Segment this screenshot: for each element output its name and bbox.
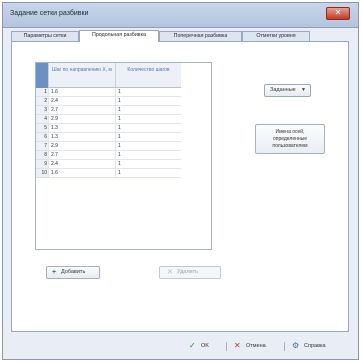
ok-button-label: OK [201,343,209,349]
column-header-step[interactable]: Шаг по направлению X, м [48,63,115,88]
help-icon: ⚙ [292,341,300,350]
count-cell[interactable]: 1 [115,169,181,178]
count-cell[interactable]: 1 [115,160,181,169]
close-button[interactable]: ✕ [326,7,350,20]
row-number: 3 [36,106,48,115]
step-cell[interactable]: 1.3 [48,124,115,133]
tab-levels[interactable]: Отметки уровня [242,31,310,41]
ok-button[interactable]: ✓ OK [186,339,224,353]
close-icon: ✕ [334,8,342,17]
tab-transverse[interactable]: Поперечная разбивка [159,31,242,41]
delete-button[interactable]: ✕ Удалить [159,266,221,279]
row-number: 2 [36,97,48,106]
window-title: Задание сетки разбивки [10,10,89,17]
table-row[interactable]: 5 1.3 1 [36,124,211,133]
plus-icon: + [52,269,57,276]
axis-naming-dropdown[interactable]: Заданные ▼ [264,84,311,97]
row-number: 6 [36,133,48,142]
row-number: 7 [36,142,48,151]
step-cell[interactable]: 1.3 [48,133,115,142]
step-cell[interactable]: 1.6 [48,169,115,178]
tab-longitudinal[interactable]: Продольная разбивка [79,30,159,42]
table-row[interactable]: 9 2.4 1 [36,160,211,169]
add-button[interactable]: + Добавить [46,266,100,279]
step-cell[interactable]: 1.6 [48,88,115,97]
footer-separator [226,342,227,351]
row-number: 5 [36,124,48,133]
title-bar: Задание сетки разбивки ✕ [3,3,358,28]
cancel-button-label: Отмена [246,343,266,349]
count-cell[interactable]: 1 [115,106,181,115]
check-icon: ✓ [189,341,196,350]
help-button[interactable]: ⚙ Справка [289,339,351,353]
row-number: 1 [36,88,48,97]
table-row[interactable]: 7 2.9 1 [36,142,211,151]
step-cell[interactable]: 2.4 [48,97,115,106]
step-cell[interactable]: 2.9 [48,115,115,124]
table-row[interactable]: 3 2.7 1 [36,106,211,115]
step-cell[interactable]: 2.7 [48,106,115,115]
table-row[interactable]: 1 1.6 1 [36,88,211,97]
table-row[interactable]: 8 2.7 1 [36,151,211,160]
user-button-line1: Имена осей, [275,129,305,135]
row-number: 10 [36,169,48,178]
count-cell[interactable]: 1 [115,151,181,160]
tab-grid-params[interactable]: Параметры сетки [11,31,79,41]
add-button-label: Добавить [61,269,86,275]
dialog-window: Задание сетки разбивки ✕ Параметры сетки… [2,2,359,360]
row-number: 9 [36,160,48,169]
count-cell[interactable]: 1 [115,142,181,151]
delete-icon: ✕ [167,269,173,276]
user-axis-names-button[interactable]: Имена осей, определенные пользователем [255,124,325,154]
step-cell[interactable]: 2.7 [48,151,115,160]
grid-corner[interactable] [36,63,48,88]
table-row[interactable]: 2 2.4 1 [36,97,211,106]
count-cell[interactable]: 1 [115,97,181,106]
chevron-down-icon: ▼ [301,87,306,93]
count-cell[interactable]: 1 [115,124,181,133]
footer-separator [284,342,285,351]
table-row[interactable]: 10 1.6 1 [36,169,211,178]
steps-grid[interactable]: Шаг по направлению X, м Количество шагов… [35,62,212,250]
step-cell[interactable]: 2.4 [48,160,115,169]
dropdown-value: Заданные [270,87,296,93]
help-button-label: Справка [304,343,326,349]
count-cell[interactable]: 1 [115,88,181,97]
row-number: 4 [36,115,48,124]
dialog-footer: ✓ OK ✕ Отмена ⚙ Справка [3,333,358,359]
close-icon: ✕ [234,341,241,350]
column-header-count[interactable]: Количество шагов [115,63,181,88]
step-cell[interactable]: 2.9 [48,142,115,151]
tab-panel: Шаг по направлению X, м Количество шагов… [11,41,349,332]
table-row[interactable]: 4 2.9 1 [36,115,211,124]
user-button-line2: определенные [272,136,308,142]
table-row[interactable]: 6 1.3 1 [36,133,211,142]
row-number: 8 [36,151,48,160]
cancel-button[interactable]: ✕ Отмена [231,339,281,353]
count-cell[interactable]: 1 [115,115,181,124]
delete-button-label: Удалить [177,269,198,275]
user-button-line3: пользователем [272,143,308,149]
count-cell[interactable]: 1 [115,133,181,142]
